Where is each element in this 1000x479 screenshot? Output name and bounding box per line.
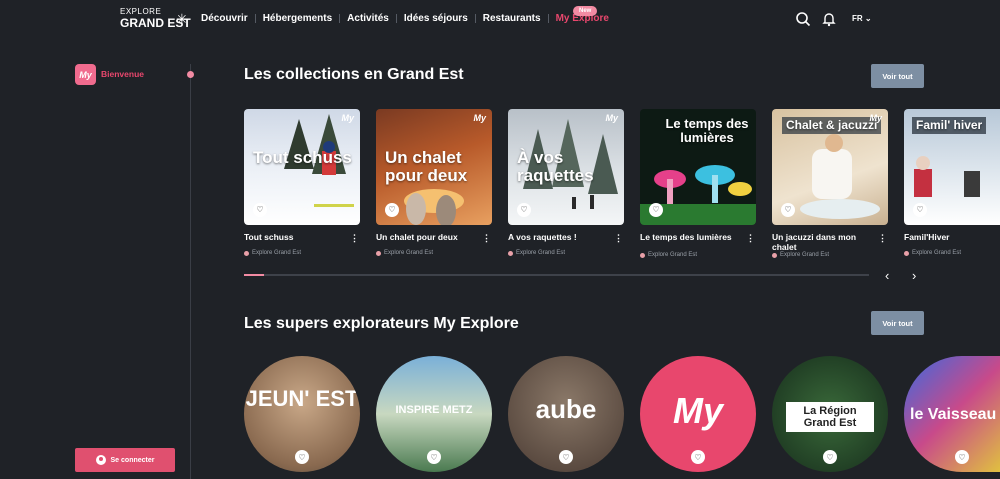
heart-icon[interactable]: ♡ (823, 450, 837, 464)
collection-card[interactable]: À vos raquettes My ♡ A vos raquettes ! ⋮… (508, 109, 624, 256)
sidebar-timeline (190, 64, 191, 479)
card-image[interactable]: Un chalet pour deux My ♡ (376, 109, 492, 225)
my-explore-mark: My (473, 113, 486, 123)
card-title[interactable]: Un chalet pour deux (376, 232, 476, 243)
my-explore-mark: My (869, 113, 882, 123)
nav-activites[interactable]: Activités (347, 13, 389, 24)
card-image[interactable]: Famil' hiver ♡ (904, 109, 1000, 225)
search-icon[interactable] (795, 11, 811, 27)
user-icon (95, 455, 106, 465)
card-source: Explore Grand Est (244, 250, 301, 256)
more-options-icon[interactable]: ⋮ (746, 233, 755, 244)
more-options-icon[interactable]: ⋮ (614, 233, 623, 244)
heart-icon[interactable]: ♡ (295, 450, 309, 464)
nav-idees-sejours[interactable]: Idées séjours (404, 13, 468, 24)
card-image[interactable]: Le temps des lumières ♡ (640, 109, 756, 225)
heart-icon[interactable]: ♡ (781, 203, 795, 217)
more-options-icon[interactable]: ⋮ (878, 233, 887, 244)
more-options-icon[interactable]: ⋮ (482, 233, 491, 244)
explorer-avatar[interactable]: La Région Grand Est ♡ (772, 356, 888, 472)
card-source: Explore Grand Est (772, 252, 829, 258)
heart-icon[interactable]: ♡ (385, 203, 399, 217)
explore-grand-est-logo[interactable]: EXPLORE GRAND EST ✳ (120, 8, 191, 30)
carousel-scroll-thumb[interactable] (244, 274, 264, 276)
card-title[interactable]: Tout schuss (244, 232, 344, 243)
my-explore-mark: My (605, 113, 618, 123)
card-source: Explore Grand Est (640, 252, 697, 258)
chevron-down-icon: ⌄ (864, 14, 872, 23)
my-explore-mark: My (341, 113, 354, 123)
chevron-left-icon[interactable]: ‹ (885, 268, 889, 283)
explorer-avatar[interactable]: aube ♡ (508, 356, 624, 472)
explorer-avatar[interactable]: le Vaisseau ♡ (904, 356, 1000, 472)
explorer-avatar[interactable]: JEUN' EST ♡ (244, 356, 360, 472)
card-image[interactable]: À vos raquettes My ♡ (508, 109, 624, 225)
star-icon: ✳ (176, 11, 188, 27)
card-title[interactable]: A vos raquettes ! (508, 232, 608, 243)
sidebar-item-bienvenue[interactable]: Bienvenue (101, 69, 144, 79)
collection-card[interactable]: Chalet & jacuzzi My ♡ Un jacuzzi dans mo… (772, 109, 888, 258)
card-source: Explore Grand Est (508, 250, 565, 256)
collection-card[interactable]: Tout schuss My ♡ Tout schuss ⋮ Explore G… (244, 109, 360, 256)
carousel-scrollbar[interactable] (244, 274, 869, 276)
explorers-title: Les supers explorateurs My Explore (244, 315, 519, 332)
timeline-dot (187, 71, 194, 78)
heart-icon[interactable]: ♡ (253, 203, 267, 217)
card-source: Explore Grand Est (376, 250, 433, 256)
login-button[interactable]: Se connecter (75, 448, 175, 472)
heart-icon[interactable]: ♡ (691, 450, 705, 464)
collections-see-all-button[interactable]: Voir tout (871, 64, 924, 88)
collection-card[interactable]: Famil' hiver ♡ Famil'Hiver Explore Grand… (904, 109, 1000, 256)
card-source: Explore Grand Est (904, 250, 961, 256)
main-nav: Découvrir Hébergements Activités Idées s… (201, 13, 609, 24)
card-image[interactable]: Chalet & jacuzzi My ♡ (772, 109, 888, 225)
top-navigation: EXPLORE GRAND EST ✳ Découvrir Hébergemen… (0, 0, 1000, 38)
bell-icon[interactable] (821, 11, 837, 27)
heart-icon[interactable]: ♡ (913, 203, 927, 217)
nav-decouvrir[interactable]: Découvrir (201, 13, 248, 24)
heart-icon[interactable]: ♡ (955, 450, 969, 464)
heart-icon[interactable]: ♡ (517, 203, 531, 217)
my-explore-badge: My (75, 64, 96, 85)
new-badge: New (573, 6, 598, 16)
collections-title: Les collections en Grand Est (244, 66, 464, 83)
nav-restaurants[interactable]: Restaurants (483, 13, 541, 24)
collection-card[interactable]: Un chalet pour deux My ♡ Un chalet pour … (376, 109, 492, 256)
heart-icon[interactable]: ♡ (559, 450, 573, 464)
chevron-right-icon[interactable]: › (912, 268, 916, 283)
collection-card[interactable]: Le temps des lumières ♡ Le temps des lum… (640, 109, 756, 258)
heart-icon[interactable]: ♡ (427, 450, 441, 464)
card-title[interactable]: Le temps des lumières (640, 232, 740, 243)
card-image[interactable]: Tout schuss My ♡ (244, 109, 360, 225)
language-selector[interactable]: FR ⌄ (852, 14, 872, 23)
card-title[interactable]: Un jacuzzi dans mon chalet (772, 232, 872, 253)
card-title[interactable]: Famil'Hiver (904, 232, 1000, 243)
nav-hebergements[interactable]: Hébergements (263, 13, 332, 24)
explorer-avatar[interactable]: My ♡ (640, 356, 756, 472)
heart-icon[interactable]: ♡ (649, 203, 663, 217)
explorer-avatar[interactable]: INSPIRE METZ ♡ (376, 356, 492, 472)
more-options-icon[interactable]: ⋮ (350, 233, 359, 244)
explorers-see-all-button[interactable]: Voir tout (871, 311, 924, 335)
